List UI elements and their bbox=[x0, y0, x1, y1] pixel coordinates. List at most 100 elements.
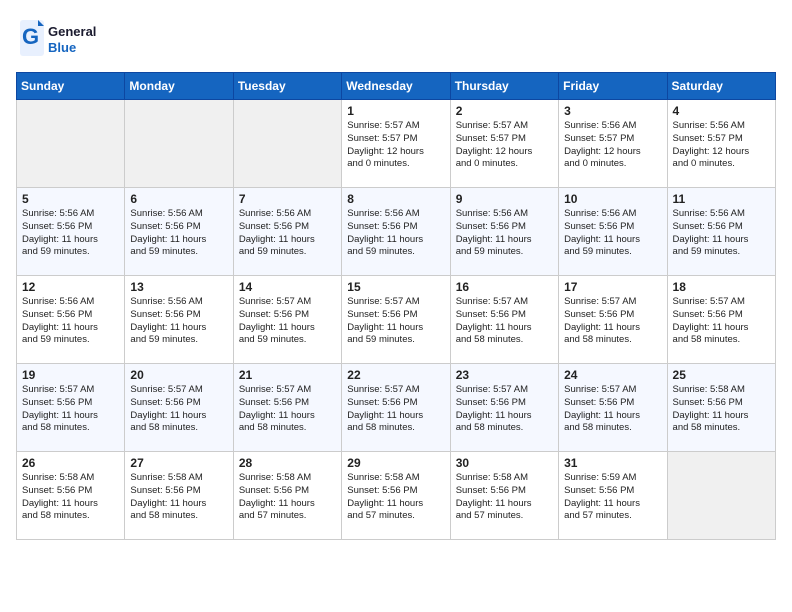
calendar-cell: 31 Sunrise: 5:59 AM Sunset: 5:56 PM Dayli… bbox=[559, 452, 667, 540]
page-header: General Blue G bbox=[16, 16, 776, 60]
day-number: 14 bbox=[239, 280, 336, 294]
calendar-cell: 9Sunrise: 5:56 AM Sunset: 5:56 PM Daylig… bbox=[450, 188, 558, 276]
day-info: Sunrise: 5:56 AM Sunset: 5:56 PM Dayligh… bbox=[22, 296, 119, 347]
day-info: Sunrise: 5:56 AM Sunset: 5:57 PM Dayligh… bbox=[673, 120, 770, 171]
day-number: 26 bbox=[22, 456, 119, 470]
calendar-cell: 26Sunrise: 5:58 AM Sunset: 5:56 PM Dayli… bbox=[17, 452, 125, 540]
calendar-cell: 5 Sunrise: 5:56 AM Sunset: 5:56 PM Daylig… bbox=[17, 188, 125, 276]
weekday-header-row: SundayMondayTuesdayWednesdayThursdayFrid… bbox=[17, 73, 776, 100]
day-number: 1 bbox=[347, 104, 444, 118]
day-info: Sunrise: 5:57 AM Sunset: 5:56 PM Dayligh… bbox=[347, 296, 444, 347]
calendar-cell: 1 Sunrise: 5:57 AM Sunset: 5:57 PM Daylig… bbox=[342, 100, 450, 188]
calendar-table: SundayMondayTuesdayWednesdayThursdayFrid… bbox=[16, 72, 776, 540]
day-info: Sunrise: 5:57 AM Sunset: 5:56 PM Dayligh… bbox=[564, 384, 661, 435]
calendar-cell bbox=[125, 100, 233, 188]
day-number: 31 bbox=[564, 456, 661, 470]
calendar-cell: 8 Sunrise: 5:56 AM Sunset: 5:56 PM Daylig… bbox=[342, 188, 450, 276]
day-info: Sunrise: 5:58 AM Sunset: 5:56 PM Dayligh… bbox=[347, 472, 444, 523]
day-info: Sunrise: 5:57 AM Sunset: 5:56 PM Dayligh… bbox=[673, 296, 770, 347]
day-info: Sunrise: 5:56 AM Sunset: 5:56 PM Dayligh… bbox=[130, 296, 227, 347]
day-number: 8 bbox=[347, 192, 444, 206]
day-info: Sunrise: 5:57 AM Sunset: 5:56 PM Dayligh… bbox=[347, 384, 444, 435]
day-number: 11 bbox=[673, 192, 770, 206]
day-number: 16 bbox=[456, 280, 553, 294]
day-info: Sunrise: 5:57 AM Sunset: 5:56 PM Dayligh… bbox=[564, 296, 661, 347]
day-number: 2 bbox=[456, 104, 553, 118]
week-row-5: 26 Sunrise: 5:58 AM Sunset: 5:56 PM Dayli… bbox=[17, 452, 776, 540]
calendar-cell: 17 Sunrise: 5:57 AM Sunset: 5:56 PM Dayli… bbox=[559, 276, 667, 364]
day-info: Sunrise: 5:57 AM Sunset: 5:57 PM Dayligh… bbox=[347, 120, 444, 171]
svg-text:G: G bbox=[22, 24, 39, 49]
calendar-cell bbox=[233, 100, 341, 188]
weekday-header-monday: Monday bbox=[125, 73, 233, 100]
day-number: 5 bbox=[22, 192, 119, 206]
svg-text:Blue: Blue bbox=[48, 40, 76, 55]
calendar-cell: 15Sunrise: 5:57 AM Sunset: 5:56 PM Dayli… bbox=[342, 276, 450, 364]
calendar-cell: 29Sunrise: 5:58 AM Sunset: 5:56 PM Dayli… bbox=[342, 452, 450, 540]
calendar-cell: 12 Sunrise: 5:56 AM Sunset: 5:56 PM Dayli… bbox=[17, 276, 125, 364]
calendar-cell: 25Sunrise: 5:58 AM Sunset: 5:56 PM Dayli… bbox=[667, 364, 775, 452]
calendar-cell: 28 Sunrise: 5:58 AM Sunset: 5:56 PM Dayli… bbox=[233, 452, 341, 540]
weekday-header-wednesday: Wednesday bbox=[342, 73, 450, 100]
day-number: 19 bbox=[22, 368, 119, 382]
day-info: Sunrise: 5:58 AM Sunset: 5:56 PM Dayligh… bbox=[239, 472, 336, 523]
day-info: Sunrise: 5:56 AM Sunset: 5:56 PM Dayligh… bbox=[22, 208, 119, 259]
day-info: Sunrise: 5:57 AM Sunset: 5:56 PM Dayligh… bbox=[456, 296, 553, 347]
day-info: Sunrise: 5:57 AM Sunset: 5:56 PM Dayligh… bbox=[239, 296, 336, 347]
calendar-cell: 22 Sunrise: 5:57 AM Sunset: 5:56 PM Dayli… bbox=[342, 364, 450, 452]
calendar-cell: 19 Sunrise: 5:57 AM Sunset: 5:56 PM Dayli… bbox=[17, 364, 125, 452]
calendar-cell: 21 Sunrise: 5:57 AM Sunset: 5:56 PM Dayli… bbox=[233, 364, 341, 452]
day-info: Sunrise: 5:58 AM Sunset: 5:56 PM Dayligh… bbox=[130, 472, 227, 523]
day-number: 7 bbox=[239, 192, 336, 206]
calendar-cell: 14 Sunrise: 5:57 AM Sunset: 5:56 PM Dayli… bbox=[233, 276, 341, 364]
weekday-header-thursday: Thursday bbox=[450, 73, 558, 100]
day-number: 17 bbox=[564, 280, 661, 294]
day-info: Sunrise: 5:56 AM Sunset: 5:56 PM Dayligh… bbox=[130, 208, 227, 259]
day-info: Sunrise: 5:56 AM Sunset: 5:57 PM Dayligh… bbox=[564, 120, 661, 171]
day-number: 4 bbox=[673, 104, 770, 118]
day-number: 23 bbox=[456, 368, 553, 382]
calendar-cell bbox=[667, 452, 775, 540]
day-info: Sunrise: 5:56 AM Sunset: 5:56 PM Dayligh… bbox=[673, 208, 770, 259]
logo: General Blue G bbox=[16, 16, 106, 60]
day-number: 22 bbox=[347, 368, 444, 382]
day-number: 25 bbox=[673, 368, 770, 382]
calendar-cell: 11 Sunrise: 5:56 AM Sunset: 5:56 PM Dayli… bbox=[667, 188, 775, 276]
day-info: Sunrise: 5:57 AM Sunset: 5:56 PM Dayligh… bbox=[22, 384, 119, 435]
week-row-1: 1 Sunrise: 5:57 AM Sunset: 5:57 PM Daylig… bbox=[17, 100, 776, 188]
day-number: 30 bbox=[456, 456, 553, 470]
day-number: 24 bbox=[564, 368, 661, 382]
calendar-cell: 7Sunrise: 5:56 AM Sunset: 5:56 PM Daylig… bbox=[233, 188, 341, 276]
general-blue-logo-icon: General Blue G bbox=[16, 16, 106, 60]
calendar-cell: 13 Sunrise: 5:56 AM Sunset: 5:56 PM Dayli… bbox=[125, 276, 233, 364]
week-row-4: 19 Sunrise: 5:57 AM Sunset: 5:56 PM Dayli… bbox=[17, 364, 776, 452]
weekday-header-sunday: Sunday bbox=[17, 73, 125, 100]
day-number: 20 bbox=[130, 368, 227, 382]
day-info: Sunrise: 5:57 AM Sunset: 5:56 PM Dayligh… bbox=[239, 384, 336, 435]
day-info: Sunrise: 5:58 AM Sunset: 5:56 PM Dayligh… bbox=[456, 472, 553, 523]
day-number: 28 bbox=[239, 456, 336, 470]
calendar-cell: 30 Sunrise: 5:58 AM Sunset: 5:56 PM Dayli… bbox=[450, 452, 558, 540]
weekday-header-tuesday: Tuesday bbox=[233, 73, 341, 100]
day-info: Sunrise: 5:59 AM Sunset: 5:56 PM Dayligh… bbox=[564, 472, 661, 523]
weekday-header-friday: Friday bbox=[559, 73, 667, 100]
day-number: 12 bbox=[22, 280, 119, 294]
day-number: 10 bbox=[564, 192, 661, 206]
day-number: 21 bbox=[239, 368, 336, 382]
calendar-cell: 23 Sunrise: 5:57 AM Sunset: 5:56 PM Dayli… bbox=[450, 364, 558, 452]
day-info: Sunrise: 5:57 AM Sunset: 5:57 PM Dayligh… bbox=[456, 120, 553, 171]
calendar-cell: 16 Sunrise: 5:57 AM Sunset: 5:56 PM Dayli… bbox=[450, 276, 558, 364]
day-info: Sunrise: 5:56 AM Sunset: 5:56 PM Dayligh… bbox=[347, 208, 444, 259]
calendar-cell: 18Sunrise: 5:57 AM Sunset: 5:56 PM Dayli… bbox=[667, 276, 775, 364]
week-row-2: 5 Sunrise: 5:56 AM Sunset: 5:56 PM Daylig… bbox=[17, 188, 776, 276]
day-number: 6 bbox=[130, 192, 227, 206]
week-row-3: 12 Sunrise: 5:56 AM Sunset: 5:56 PM Dayli… bbox=[17, 276, 776, 364]
day-info: Sunrise: 5:57 AM Sunset: 5:56 PM Dayligh… bbox=[456, 384, 553, 435]
calendar-cell: 6 Sunrise: 5:56 AM Sunset: 5:56 PM Daylig… bbox=[125, 188, 233, 276]
calendar-cell: 27Sunrise: 5:58 AM Sunset: 5:56 PM Dayli… bbox=[125, 452, 233, 540]
weekday-header-saturday: Saturday bbox=[667, 73, 775, 100]
calendar-cell: 2 Sunrise: 5:57 AM Sunset: 5:57 PM Daylig… bbox=[450, 100, 558, 188]
calendar-cell: 24 Sunrise: 5:57 AM Sunset: 5:56 PM Dayli… bbox=[559, 364, 667, 452]
day-number: 13 bbox=[130, 280, 227, 294]
calendar-cell: 4 Sunrise: 5:56 AM Sunset: 5:57 PM Daylig… bbox=[667, 100, 775, 188]
